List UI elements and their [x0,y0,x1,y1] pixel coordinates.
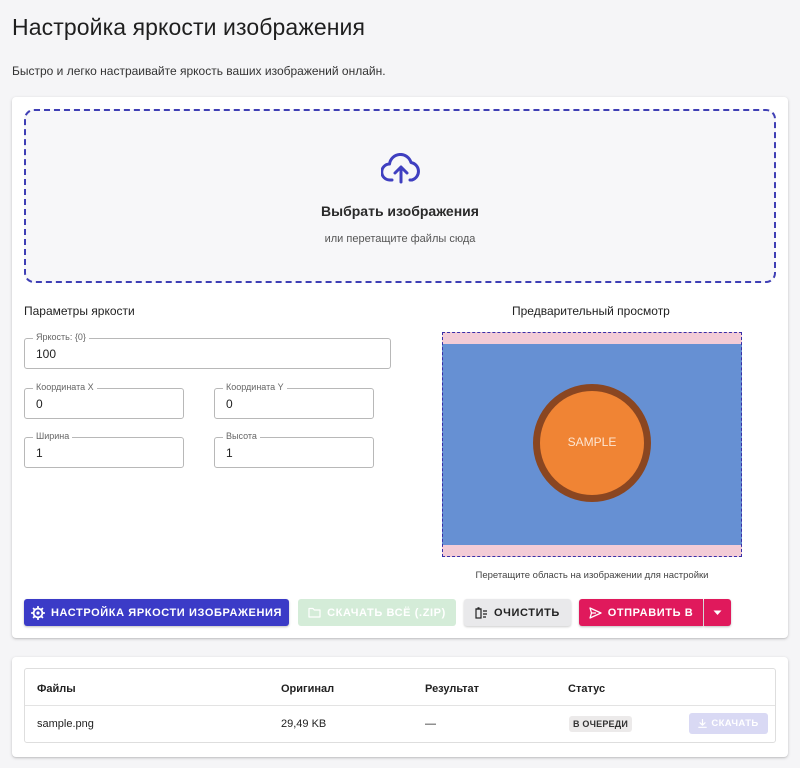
params-section-label: Параметры яркости [24,304,135,318]
send-icon [589,606,602,619]
coordinate-x-value: 0 [36,397,43,411]
clear-label: Очистить [494,606,560,619]
send-to-dropdown-button[interactable] [704,599,731,626]
page-subtitle: Быстро и легко настраивайте яркость ваши… [12,64,386,78]
brightness-value: 100 [36,347,57,361]
dropzone-title: Выбрать изображения [321,203,479,219]
file-name: sample.png [37,718,94,730]
header-original: Оригинал [281,683,335,695]
preview-hint: Перетащите область на изображении для на… [475,570,709,581]
preview-section-label: Предварительный просмотр [512,304,670,318]
cloud-upload-icon [381,153,420,184]
status-badge: В очереди [569,716,633,732]
adjust-brightness-button[interactable]: Настройка яркости изображения [24,599,289,626]
header-result: Результат [425,683,480,695]
dropzone-hint: или перетащите файлы сюда [324,233,476,245]
coordinate-y-label: Координата Y [223,382,287,392]
folder-icon [308,607,321,618]
brightness-label: Яркость: {0} [33,332,89,342]
row-divider [25,705,775,706]
height-label: Высота [223,431,260,441]
width-field[interactable]: Ширина 1 [24,431,184,468]
download-all-label: Скачать всё (.zip) [327,606,446,619]
file-original-size: 29,49 KB [281,718,327,730]
coordinate-x-label: Координата X [33,382,97,392]
page-title: Настройка яркости изображения [12,14,366,40]
preview-canvas[interactable]: SAMPLE [442,332,742,557]
header-status: Статус [568,683,606,695]
send-to-button[interactable]: Отправить в [579,599,703,626]
files-table: Файлы Оригинал Результат Статус sample.p… [24,668,776,743]
clear-list-icon [475,606,488,619]
download-file-label: Скачать [711,718,759,729]
brightness-field[interactable]: Яркость: {0} 100 [24,332,391,369]
clear-button[interactable]: Очистить [464,599,571,626]
width-value: 1 [36,446,43,460]
height-value: 1 [226,446,233,460]
height-field[interactable]: Высота 1 [214,431,374,468]
header-files: Файлы [37,683,76,695]
download-file-button[interactable]: Скачать [689,713,768,734]
download-icon [698,719,708,728]
settings-card: Выбрать изображения или перетащите файлы… [12,97,788,638]
width-label: Ширина [33,431,73,441]
adjust-brightness-label: Настройка яркости изображения [50,606,283,619]
download-all-zip-button[interactable]: Скачать всё (.zip) [298,599,456,626]
coordinate-y-field[interactable]: Координата Y 0 [214,382,374,419]
gear-icon [30,605,45,620]
chevron-down-icon [713,610,722,615]
selection-rectangle[interactable] [442,332,742,557]
coordinate-y-value: 0 [226,397,233,411]
file-dropzone[interactable]: Выбрать изображения или перетащите файлы… [24,109,776,283]
coordinate-x-field[interactable]: Координата X 0 [24,382,184,419]
file-result: — [425,718,436,730]
files-card: Файлы Оригинал Результат Статус sample.p… [12,657,788,757]
send-to-label: Отправить в [607,606,694,619]
